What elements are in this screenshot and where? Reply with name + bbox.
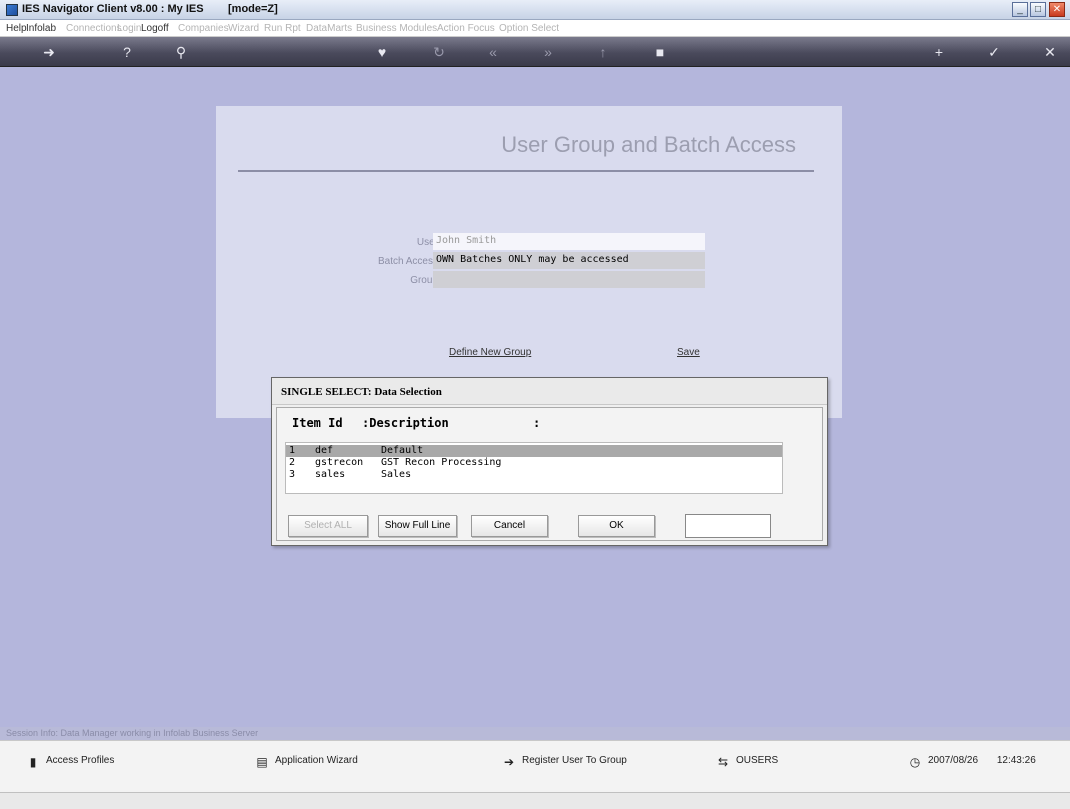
menu-infolab[interactable]: Infolab <box>26 23 56 34</box>
add-icon[interactable]: + <box>930 43 948 61</box>
minimize-button[interactable]: _ <box>1012 2 1028 17</box>
users-icon: ⇆ <box>717 755 729 769</box>
column-item-id: Item Id <box>292 416 343 430</box>
page-title: User Group and Batch Access <box>501 132 796 157</box>
batch-access-field[interactable]: OWN Batches ONLY may be accessed <box>433 252 705 269</box>
selection-list: 1 def Default 2 gstrecon GST Recon Proce… <box>285 442 783 494</box>
refresh-icon[interactable]: ↻ <box>430 43 448 61</box>
cancel-button[interactable]: Cancel <box>471 515 548 537</box>
menu-run-rpt[interactable]: Run Rpt <box>264 23 301 34</box>
ousers-button[interactable]: ⇆ OUSERS <box>716 755 778 769</box>
list-item[interactable]: 2 gstrecon GST Recon Processing <box>286 457 782 469</box>
date-text: 2007/08/26 <box>928 755 979 766</box>
help-icon[interactable]: ? <box>118 43 136 61</box>
column-description: :Description <box>362 416 449 430</box>
menu-logoff[interactable]: Logoff <box>141 23 169 34</box>
window-bottom-edge <box>0 792 1070 809</box>
search-input[interactable] <box>685 514 771 538</box>
time-text: 12:43:26 <box>996 755 1036 766</box>
menu-action-focus[interactable]: Action Focus <box>437 23 495 34</box>
access-profiles-icon: ▮ <box>29 755 37 769</box>
list-item[interactable]: 3 sales Sales <box>286 469 782 481</box>
user-field[interactable]: John Smith <box>433 233 705 250</box>
define-new-group-link[interactable]: Define New Group <box>449 347 531 358</box>
rewind-icon[interactable]: « <box>484 43 502 61</box>
window-title: IES Navigator Client v8.00 : My IES [mod… <box>22 3 278 15</box>
clock-icon: ◷ <box>909 755 921 769</box>
menu-login[interactable]: Login <box>117 23 141 34</box>
register-icon: ➔ <box>503 755 515 769</box>
save-link[interactable]: Save <box>677 347 700 358</box>
menu-companies[interactable]: Companies <box>178 23 229 34</box>
column-separator: : <box>533 416 541 430</box>
search-icon[interactable]: ⚲ <box>172 43 190 61</box>
user-group-panel: User Group and Batch Access User John Sm… <box>216 106 842 418</box>
close-button[interactable]: ✕ <box>1049 2 1065 17</box>
menu-bar: Help Infolab Connections Login Logoff Co… <box>0 20 1070 37</box>
close-icon[interactable]: ✕ <box>1041 43 1059 61</box>
register-user-button[interactable]: ➔ Register User To Group <box>502 755 627 769</box>
menu-option-select[interactable]: Option Select <box>499 23 559 34</box>
menu-datamarts[interactable]: DataMarts <box>306 23 352 34</box>
dialog-body: Item Id :Description : 1 def Default 2 g… <box>276 407 823 541</box>
check-icon[interactable]: ✓ <box>985 43 1003 61</box>
heart-icon[interactable]: ♥ <box>373 43 391 61</box>
select-all-button[interactable]: Select ALL <box>288 515 368 537</box>
menu-help[interactable]: Help <box>6 23 27 34</box>
menu-business-modules[interactable]: Business Modules <box>356 23 437 34</box>
session-status: Session Info: Data Manager working in In… <box>0 727 1070 740</box>
application-wizard-button[interactable]: ▤ Application Wizard <box>255 755 357 769</box>
stop-icon[interactable]: ■ <box>651 43 669 61</box>
app-icon <box>6 4 18 16</box>
menu-connections[interactable]: Connections <box>66 23 122 34</box>
bottom-bar: ▮ Access Profiles ▤ Application Wizard ➔ Re… <box>0 740 1070 792</box>
divider <box>238 170 814 172</box>
up-icon[interactable]: ↑ <box>594 43 612 61</box>
title-bar: IES Navigator Client v8.00 : My IES [mod… <box>0 0 1070 20</box>
maximize-button[interactable]: □ <box>1030 2 1046 17</box>
ok-button[interactable]: OK <box>578 515 655 537</box>
toolbar: ➜ ? ⚲ ♥ ↻ « » ↑ ■ + ✓ ✕ <box>0 37 1070 67</box>
show-full-line-button[interactable]: Show Full Line <box>378 515 457 537</box>
single-select-dialog: SINGLE SELECT: Data Selection Item Id :D… <box>271 377 828 546</box>
group-field[interactable] <box>433 271 705 288</box>
list-item[interactable]: 1 def Default <box>286 445 782 457</box>
dialog-title-bar: SINGLE SELECT: Data Selection <box>272 378 827 405</box>
fast-forward-icon[interactable]: » <box>539 43 557 61</box>
menu-wizard[interactable]: Wizard <box>228 23 259 34</box>
wizard-icon: ▤ <box>256 755 268 769</box>
access-profiles-button[interactable]: ▮ Access Profiles <box>26 755 115 769</box>
dialog-title: SINGLE SELECT: Data Selection <box>281 386 442 398</box>
datetime-display: ◷ 2007/08/26 12:43:26 <box>908 755 1036 769</box>
batch-access-label: Batch Access <box>377 256 438 267</box>
arrow-right-icon[interactable]: ➜ <box>34 43 64 61</box>
